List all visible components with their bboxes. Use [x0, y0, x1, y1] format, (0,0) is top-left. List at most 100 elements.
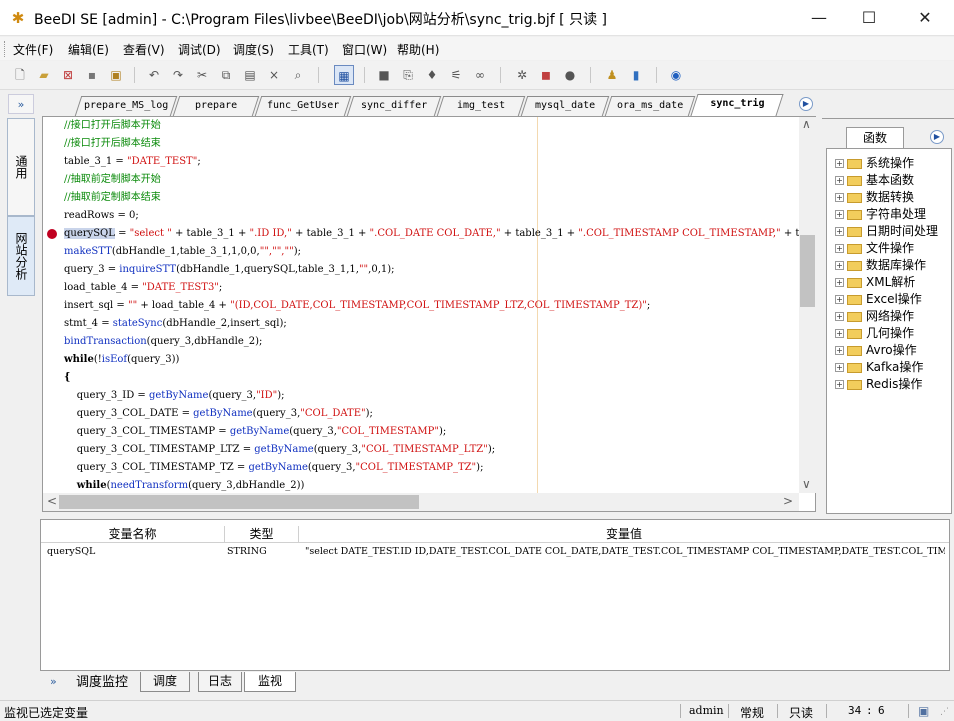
close-button[interactable]: ✕ [900, 0, 950, 36]
tree-item[interactable]: + XML解析 [835, 274, 915, 291]
code-area[interactable]: //接口打开后脚本开始 //接口打开后脚本结束 table_3_1 = "DATE_… [61, 117, 799, 493]
tab-scroll-right-icon[interactable]: ▶ [799, 97, 813, 111]
clipboard-icon[interactable]: ▣ [106, 65, 126, 85]
tree-item[interactable]: + Excel操作 [835, 291, 922, 308]
code-line[interactable]: insert_sql = "" + load_table_4 + "(ID,CO… [64, 297, 650, 315]
code-editor[interactable]: //接口打开后脚本开始 //接口打开后脚本结束 table_3_1 = "DATE_… [42, 116, 816, 512]
tab-func-getuser[interactable]: func_GetUser [254, 96, 352, 116]
delete-icon[interactable]: × [264, 65, 284, 85]
horizontal-scrollbar[interactable]: < > [43, 493, 799, 511]
horizontal-scroll-thumb[interactable] [59, 495, 419, 509]
toggle-view-icon[interactable]: ▦ [334, 65, 354, 85]
menu-window[interactable]: 窗口(W) [342, 41, 387, 58]
tab-img-test[interactable]: img_test [436, 96, 526, 116]
header-value[interactable]: 变量值 [299, 526, 949, 543]
breakpoint-icon[interactable] [47, 229, 57, 239]
expand-icon[interactable]: + [835, 244, 844, 253]
expand-icon[interactable]: + [835, 210, 844, 219]
tree-item[interactable]: + 网络操作 [835, 308, 914, 325]
minimize-button[interactable]: — [794, 0, 844, 36]
cut-icon[interactable]: ✂ [192, 65, 212, 85]
tree-item[interactable]: + Kafka操作 [835, 359, 923, 376]
new-file-icon[interactable]: 🗋 [10, 65, 30, 85]
code-line[interactable]: querySQL = "select " + table_3_1 + ".ID … [64, 225, 799, 243]
help-icon[interactable]: ◉ [666, 65, 686, 85]
expand-icon[interactable]: + [835, 380, 844, 389]
editor-gutter[interactable] [43, 117, 61, 493]
tree-item[interactable]: + 系统操作 [835, 155, 914, 172]
save-icon[interactable]: ▪ [82, 65, 102, 85]
tree-item[interactable]: + Avro操作 [835, 342, 917, 359]
menu-view[interactable]: 查看(V) [123, 41, 165, 58]
tree-item[interactable]: + 字符串处理 [835, 206, 926, 223]
open-folder-icon[interactable]: ▰ [34, 65, 54, 85]
code-line[interactable]: //接口打开后脚本开始 [64, 117, 161, 135]
tab-site-analysis[interactable]: 网站分析 [7, 216, 35, 296]
tree-item[interactable]: + 几何操作 [835, 325, 914, 342]
step-icon[interactable]: ⎘ [398, 65, 418, 85]
expand-icon[interactable]: + [835, 176, 844, 185]
expand-icon[interactable]: + [835, 261, 844, 270]
menu-edit[interactable]: 编辑(E) [68, 41, 109, 58]
code-line[interactable]: stmt_4 = stateSync(dbHandle_2,insert_sql… [64, 315, 287, 333]
expand-icon[interactable]: + [835, 159, 844, 168]
scroll-down-icon[interactable]: ∨ [802, 477, 811, 491]
tab-sync-trig[interactable]: sync_trig [690, 94, 784, 116]
code-line[interactable]: bindTransaction(query_3,dbHandle_2); [64, 333, 262, 351]
header-variable-name[interactable]: 变量名称 [41, 526, 225, 543]
tab-ora-ms-date[interactable]: ora_ms_date [604, 96, 696, 116]
expand-icon[interactable]: + [835, 278, 844, 287]
tree-item[interactable]: + 文件操作 [835, 240, 914, 257]
menu-file[interactable]: 文件(F) [13, 41, 53, 58]
code-line[interactable]: query_3 = inquireSTT(dbHandle_1,querySQL… [64, 261, 395, 279]
tree-item[interactable]: + Redis操作 [835, 376, 922, 393]
copy-icon[interactable]: ⧉ [216, 65, 236, 85]
redo-icon[interactable]: ↷ [168, 65, 188, 85]
header-type[interactable]: 类型 [225, 526, 299, 543]
tab-mysql-date[interactable]: mysql_date [520, 96, 610, 116]
menu-tools[interactable]: 工具(T) [288, 41, 329, 58]
undo-icon[interactable]: ↶ [144, 65, 164, 85]
close-file-icon[interactable]: ⊠ [58, 65, 78, 85]
chevron-down-icon[interactable]: » [50, 675, 57, 688]
tree-item[interactable]: + 数据转换 [835, 189, 914, 206]
code-line[interactable]: load_table_4 = "DATE_TEST3"; [64, 279, 222, 297]
vertical-scroll-thumb[interactable] [800, 235, 815, 307]
expand-icon[interactable]: + [835, 312, 844, 321]
code-line[interactable]: while(needTransform(query_3,dbHandle_2)) [64, 477, 305, 493]
code-line[interactable]: query_3_COL_TIMESTAMP = getByName(query_… [64, 423, 447, 441]
tab-schedule-monitor[interactable]: 调度监控 [76, 672, 128, 694]
code-line[interactable]: table_3_1 = "DATE_TEST"; [64, 153, 201, 171]
scroll-up-icon[interactable]: ∧ [802, 117, 811, 131]
tree-item[interactable]: + 数据库操作 [835, 257, 926, 274]
tab-general[interactable]: 通用 [7, 118, 35, 216]
users-icon[interactable]: ♟ [602, 65, 622, 85]
code-line[interactable]: while(!isEof(query_3)) [64, 351, 179, 369]
vertical-scrollbar[interactable]: ∧ ∨ [799, 117, 816, 493]
tab-schedule[interactable]: 调度 [140, 672, 190, 692]
tab-watch[interactable]: 监视 [244, 672, 296, 692]
stop-icon[interactable]: ◼ [536, 65, 556, 85]
menu-schedule[interactable]: 调度(S) [233, 41, 274, 58]
expand-icon[interactable]: + [835, 193, 844, 202]
resize-grip-icon[interactable]: ⋰ [940, 707, 949, 717]
filter-icon[interactable]: ⚟ [446, 65, 466, 85]
code-line[interactable]: query_3_COL_TIMESTAMP_TZ = getByName(que… [64, 459, 484, 477]
tab-prepare[interactable]: prepare [172, 96, 260, 116]
code-line[interactable]: query_3_ID = getByName(query_3,"ID"); [64, 387, 285, 405]
tree-item[interactable]: + 日期时间处理 [835, 223, 938, 240]
run-icon[interactable]: ■ [374, 65, 394, 85]
code-line[interactable]: //抽取前定制脚本结束 [64, 189, 161, 207]
code-line[interactable]: //抽取前定制脚本开始 [64, 171, 161, 189]
menu-debug[interactable]: 调试(D) [178, 41, 221, 58]
tree-item[interactable]: + 基本函数 [835, 172, 914, 189]
code-line[interactable]: { [64, 369, 70, 387]
expand-icon[interactable]: + [835, 227, 844, 236]
tab-sync-differ[interactable]: sync_differ [346, 96, 442, 116]
menu-help[interactable]: 帮助(H) [397, 41, 439, 58]
tab-prepare-ms-log[interactable]: prepare_MS_log [74, 96, 178, 116]
expand-icon[interactable]: + [835, 295, 844, 304]
scroll-right-icon[interactable]: > [783, 494, 793, 508]
tab-functions[interactable]: 函数 [846, 127, 904, 149]
chart-icon[interactable]: ▮ [626, 65, 646, 85]
